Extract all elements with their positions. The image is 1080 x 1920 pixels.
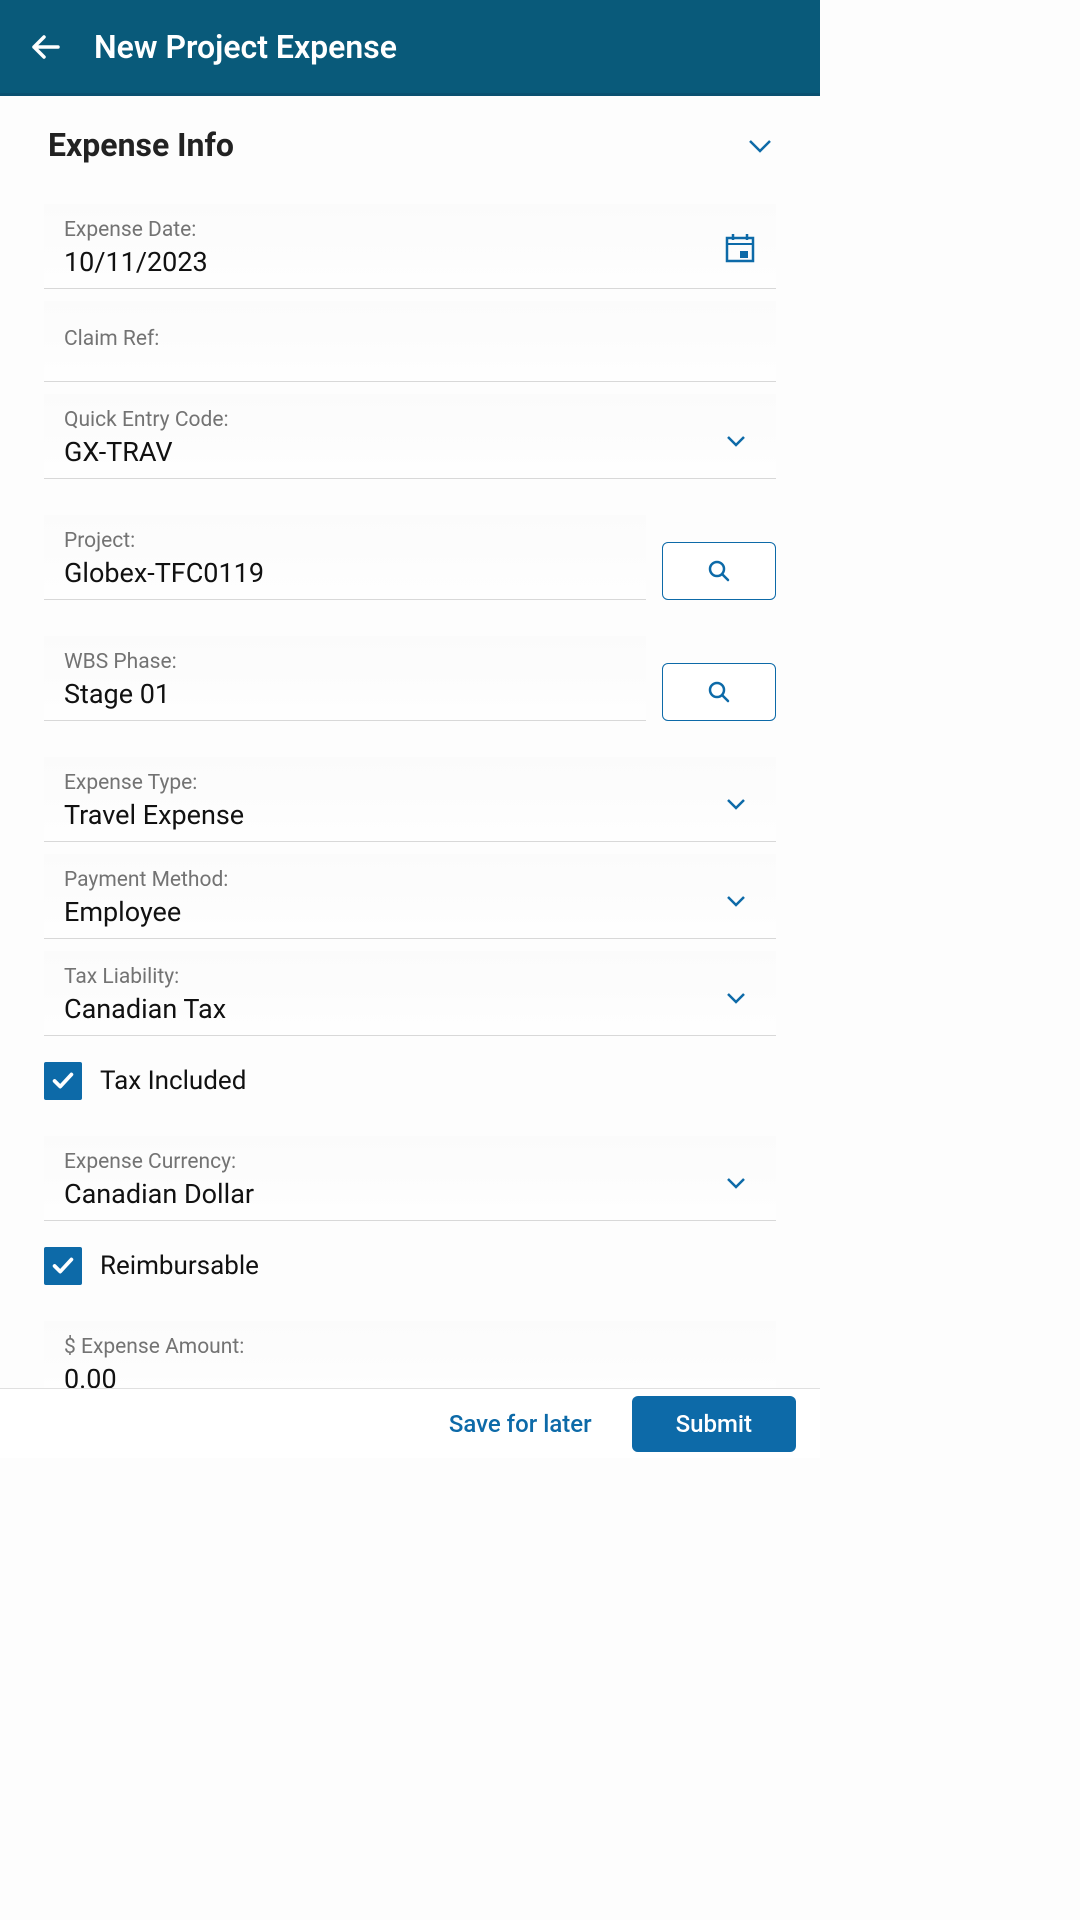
chevron-down-icon xyxy=(726,892,746,904)
expense-type-value: Travel Expense xyxy=(64,799,706,831)
footer-bar: Save for later Submit xyxy=(0,1388,820,1458)
payment-method-field[interactable]: Payment Method: Employee xyxy=(44,854,776,939)
expense-date-label: Expense Date: xyxy=(64,218,704,242)
wbs-phase-label: WBS Phase: xyxy=(64,650,626,674)
expense-amount-field[interactable]: $ Expense Amount: 0.00 xyxy=(44,1321,776,1395)
submit-button[interactable]: Submit xyxy=(632,1396,796,1452)
checkbox-checked-icon xyxy=(44,1247,82,1285)
tax-included-checkbox[interactable]: Tax Included xyxy=(44,1062,776,1100)
claim-ref-field[interactable]: Claim Ref: xyxy=(44,301,776,382)
wbs-phase-field[interactable]: WBS Phase: Stage 01 xyxy=(44,636,646,721)
claim-ref-label: Claim Ref: xyxy=(64,327,756,351)
expense-type-label: Expense Type: xyxy=(64,771,706,795)
page-title: New Project Expense xyxy=(94,28,397,66)
tax-liability-label: Tax Liability: xyxy=(64,965,706,989)
save-for-later-button[interactable]: Save for later xyxy=(449,1410,592,1438)
search-icon xyxy=(708,560,730,582)
checkbox-checked-icon xyxy=(44,1062,82,1100)
chevron-down-icon xyxy=(726,1174,746,1186)
chevron-down-icon xyxy=(726,795,746,807)
expense-date-value: 10/11/2023 xyxy=(64,246,704,278)
tax-liability-value: Canadian Tax xyxy=(64,993,706,1025)
chevron-down-icon xyxy=(726,432,746,444)
project-field[interactable]: Project: Globex-TFC0119 xyxy=(44,515,646,600)
expense-date-field[interactable]: Expense Date: 10/11/2023 xyxy=(44,204,776,289)
expense-currency-value: Canadian Dollar xyxy=(64,1178,706,1210)
wbs-phase-row: WBS Phase: Stage 01 xyxy=(44,636,776,721)
payment-method-label: Payment Method: xyxy=(64,868,706,892)
tax-included-label: Tax Included xyxy=(100,1066,246,1096)
project-search-button[interactable] xyxy=(662,542,776,600)
payment-method-value: Employee xyxy=(64,896,706,928)
quick-entry-field[interactable]: Quick Entry Code: GX-TRAV xyxy=(44,394,776,479)
back-arrow-icon[interactable] xyxy=(28,29,64,65)
section-header[interactable]: Expense Info xyxy=(0,96,820,184)
wbs-search-button[interactable] xyxy=(662,663,776,721)
project-row: Project: Globex-TFC0119 xyxy=(44,515,776,600)
calendar-icon[interactable] xyxy=(724,232,756,264)
wbs-phase-value: Stage 01 xyxy=(64,678,626,710)
app-header: New Project Expense xyxy=(0,0,820,96)
quick-entry-value: GX-TRAV xyxy=(64,436,706,468)
reimbursable-label: Reimbursable xyxy=(100,1251,259,1281)
expense-currency-field[interactable]: Expense Currency: Canadian Dollar xyxy=(44,1136,776,1221)
section-title: Expense Info xyxy=(48,126,234,164)
project-label: Project: xyxy=(64,529,626,553)
expense-currency-label: Expense Currency: xyxy=(64,1150,706,1174)
reimbursable-checkbox[interactable]: Reimbursable xyxy=(44,1247,776,1285)
quick-entry-label: Quick Entry Code: xyxy=(64,408,706,432)
expense-type-field[interactable]: Expense Type: Travel Expense xyxy=(44,757,776,842)
chevron-down-icon xyxy=(748,138,772,152)
tax-liability-field[interactable]: Tax Liability: Canadian Tax xyxy=(44,951,776,1036)
search-icon xyxy=(708,681,730,703)
chevron-down-icon xyxy=(726,989,746,1001)
project-value: Globex-TFC0119 xyxy=(64,557,626,589)
expense-amount-label: $ Expense Amount: xyxy=(64,1335,756,1359)
